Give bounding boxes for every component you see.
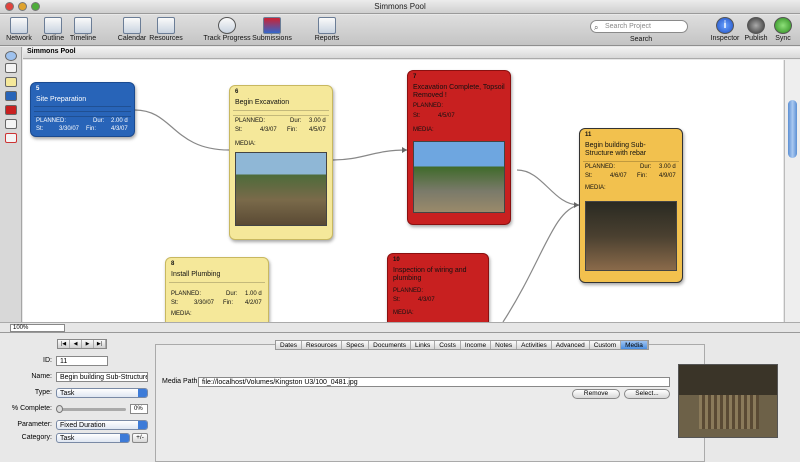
media-path-label: Media Path: bbox=[162, 378, 200, 385]
pointer-tool-icon[interactable] bbox=[5, 63, 17, 73]
submissions-button[interactable]: Submissions bbox=[252, 17, 292, 42]
tab-links[interactable]: Links bbox=[411, 341, 436, 349]
minimize-icon[interactable] bbox=[18, 2, 27, 11]
network-canvas[interactable]: 5 Site Preparation PLANNED: Dur: 2.00 d … bbox=[23, 60, 783, 322]
blue-task-tool-icon[interactable] bbox=[5, 91, 17, 101]
timeline-button[interactable]: Timeline bbox=[68, 17, 98, 42]
search-input[interactable]: ⌕ Search Project bbox=[590, 20, 688, 33]
tab-advanced[interactable]: Advanced bbox=[552, 341, 590, 349]
type-label: Type: bbox=[34, 389, 52, 396]
inspector-panel: |◀ ◀ ▶ ▶| ID: 11 Name: Begin building Su… bbox=[0, 334, 800, 462]
info-icon: i bbox=[716, 17, 734, 34]
task-card-6[interactable]: 6 Begin Excavation PLANNED: Dur: 3.00 d … bbox=[229, 85, 333, 240]
link-tool-icon[interactable] bbox=[5, 133, 17, 143]
media-thumbnail[interactable] bbox=[678, 364, 778, 438]
media-path-field[interactable]: file://localhost/Volumes/Kingston U3/100… bbox=[198, 377, 670, 387]
reports-icon bbox=[318, 17, 336, 34]
publish-button[interactable]: Publish bbox=[742, 17, 770, 42]
hand-tool-icon[interactable] bbox=[5, 119, 17, 129]
task-card-7[interactable]: 7 Excavation Complete, Topsoil Removed !… bbox=[407, 70, 511, 225]
network-button[interactable]: Network bbox=[2, 17, 36, 42]
track-progress-button[interactable]: Track Progress bbox=[202, 17, 252, 42]
connector-5-6 bbox=[134, 109, 230, 151]
resources-button[interactable]: Resources bbox=[148, 17, 184, 42]
record-navigator: |◀ ◀ ▶ ▶| bbox=[57, 339, 107, 349]
complete-field[interactable]: 0% bbox=[130, 404, 148, 414]
calendar-button[interactable]: Calendar bbox=[116, 17, 148, 42]
close-icon[interactable] bbox=[5, 2, 14, 11]
yellow-task-tool-icon[interactable] bbox=[5, 77, 17, 87]
parameter-label: Parameter: bbox=[17, 421, 52, 428]
id-label: ID: bbox=[43, 357, 52, 364]
zoom-bar: 100% bbox=[0, 322, 800, 333]
topsoil-photo[interactable] bbox=[413, 141, 505, 213]
detail-panel: Media Path: file://localhost/Volumes/Kin… bbox=[155, 344, 705, 462]
connector-7-11 bbox=[516, 169, 580, 206]
window-controls bbox=[5, 2, 40, 11]
category-edit-button[interactable]: +/- bbox=[132, 433, 148, 443]
tab-costs[interactable]: Costs bbox=[435, 341, 461, 349]
zoom-select[interactable]: 100% bbox=[10, 324, 65, 332]
zoom-icon[interactable] bbox=[31, 2, 40, 11]
tab-income[interactable]: Income bbox=[461, 341, 492, 349]
sync-icon bbox=[774, 17, 792, 34]
connector-6-7 bbox=[332, 149, 408, 161]
first-record-icon[interactable]: |◀ bbox=[58, 340, 70, 348]
tab-dates[interactable]: Dates bbox=[276, 341, 302, 349]
scroll-thumb[interactable] bbox=[788, 100, 797, 158]
search-icon: ⌕ bbox=[594, 23, 599, 32]
tab-custom[interactable]: Custom bbox=[590, 341, 622, 349]
sync-button[interactable]: Sync bbox=[770, 17, 796, 42]
network-icon bbox=[10, 17, 28, 34]
connector-10-11 bbox=[502, 204, 580, 322]
name-field[interactable]: Begin building Sub-Structure bbox=[56, 372, 148, 382]
next-record-icon[interactable]: ▶ bbox=[82, 340, 94, 348]
category-select[interactable]: Task bbox=[56, 433, 130, 443]
window-title: Simmons Pool bbox=[374, 2, 426, 11]
complete-label: % Complete: bbox=[11, 405, 52, 412]
task-card-10[interactable]: 10 Inspection of wiring and plumbing PLA… bbox=[387, 253, 489, 322]
resources-icon bbox=[157, 17, 175, 34]
tab-resources[interactable]: Resources bbox=[302, 341, 343, 349]
select-button[interactable]: Select... bbox=[624, 389, 670, 399]
tab-documents[interactable]: Documents bbox=[369, 341, 412, 349]
publish-icon bbox=[747, 17, 765, 34]
document-tab[interactable]: Simmons Pool bbox=[23, 47, 800, 59]
inspector-tabs: Dates Resources Specs Documents Links Co… bbox=[275, 340, 649, 350]
previous-record-icon[interactable]: ◀ bbox=[70, 340, 82, 348]
last-record-icon[interactable]: ▶| bbox=[94, 340, 106, 348]
inspector-button[interactable]: i Inspector bbox=[708, 17, 742, 42]
task-card-5[interactable]: 5 Site Preparation PLANNED: Dur: 2.00 d … bbox=[30, 82, 135, 137]
task-card-8[interactable]: 8 Install Plumbing PLANNED: Dur: 1.00 d … bbox=[165, 257, 269, 322]
calendar-icon bbox=[123, 17, 141, 34]
category-label: Category: bbox=[21, 434, 52, 441]
title-bar: Simmons Pool bbox=[0, 0, 800, 14]
red-task-tool-icon[interactable] bbox=[5, 105, 17, 115]
search-label: Search bbox=[630, 36, 653, 43]
remove-button[interactable]: Remove bbox=[572, 389, 620, 399]
outline-icon bbox=[44, 17, 62, 34]
id-field[interactable]: 11 bbox=[56, 356, 108, 366]
reports-button[interactable]: Reports bbox=[312, 17, 342, 42]
name-label: Name: bbox=[31, 373, 52, 380]
tab-specs[interactable]: Specs bbox=[342, 341, 370, 349]
vertical-scrollbar[interactable] bbox=[784, 60, 800, 322]
complete-slider[interactable] bbox=[56, 408, 126, 411]
rebar-photo[interactable] bbox=[585, 201, 677, 271]
timeline-icon bbox=[74, 17, 92, 34]
tool-palette bbox=[0, 47, 22, 326]
tab-media[interactable]: Media bbox=[621, 341, 648, 349]
excavation-photo[interactable] bbox=[235, 152, 327, 226]
task-card-11[interactable]: 11 Begin building Sub-Structure with reb… bbox=[579, 128, 683, 283]
stopwatch-icon bbox=[218, 17, 236, 34]
parameter-select[interactable]: Fixed Duration bbox=[56, 420, 148, 430]
network-view-icon[interactable] bbox=[5, 51, 17, 61]
tab-notes[interactable]: Notes bbox=[491, 341, 518, 349]
type-select[interactable]: Task bbox=[56, 388, 148, 398]
complete-slider-knob[interactable] bbox=[56, 405, 63, 413]
outline-button[interactable]: Outline bbox=[38, 17, 68, 42]
tab-activities[interactable]: Activities bbox=[517, 341, 552, 349]
submissions-icon bbox=[263, 17, 281, 34]
